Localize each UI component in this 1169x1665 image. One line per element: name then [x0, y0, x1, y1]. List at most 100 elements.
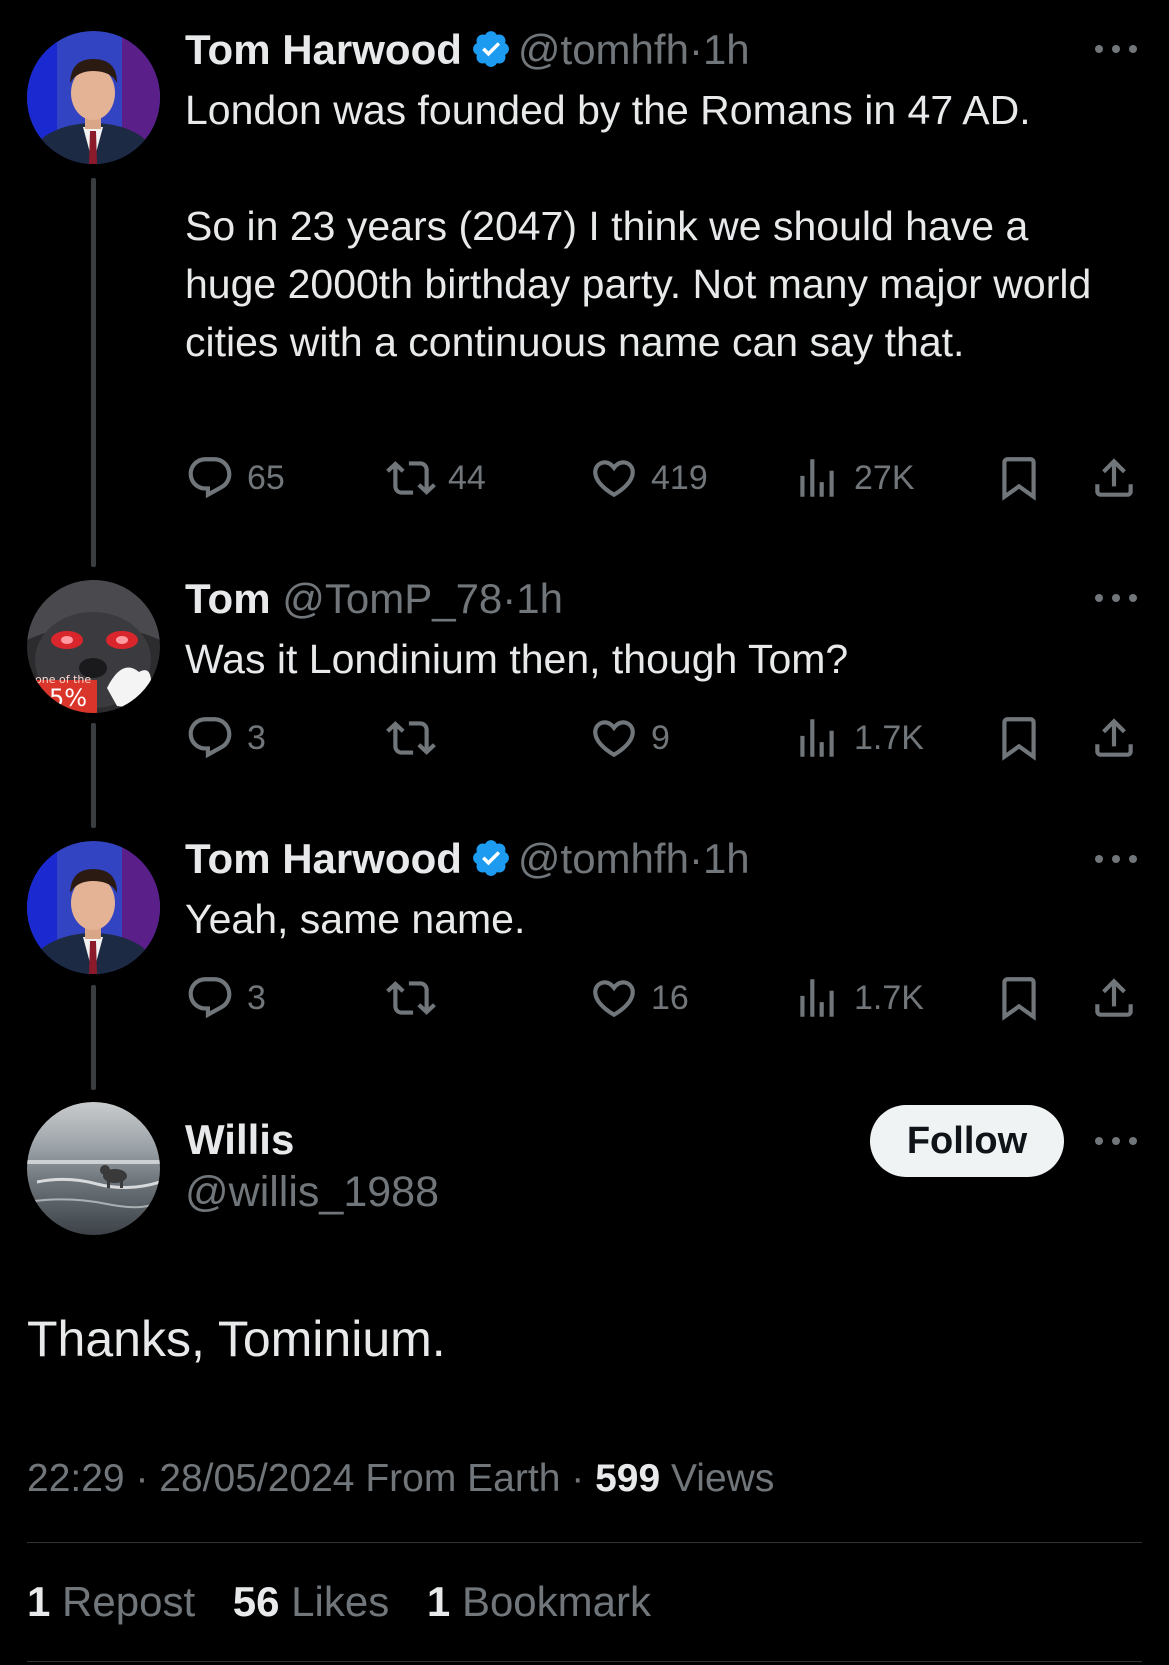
views-button[interactable]: 1.7K: [792, 713, 924, 763]
tweet-text: London was founded by the Romans in 47 A…: [185, 87, 1092, 365]
likes-label: Likes: [291, 1578, 390, 1625]
share-icon: [1089, 713, 1139, 763]
repost-icon: [386, 973, 436, 1023]
views-count: 599: [595, 1457, 661, 1500]
author-handle[interactable]: @willis_1988: [185, 1168, 439, 1216]
like-count: 16: [651, 978, 689, 1017]
repost-icon: [386, 453, 436, 503]
author-name[interactable]: Tom Harwood: [185, 26, 462, 73]
more-icon[interactable]: [1095, 43, 1139, 55]
divider: [27, 1542, 1142, 1543]
tweet-header: Tom Harwood @tomhfh·1h: [185, 25, 750, 75]
bookmarks-count: 1: [426, 1578, 451, 1625]
like-button[interactable]: 9: [589, 713, 670, 763]
avatar[interactable]: [27, 1102, 160, 1235]
tweet-time[interactable]: 22:29: [27, 1457, 125, 1500]
bookmark-button[interactable]: [994, 973, 1044, 1023]
share-button[interactable]: [1089, 713, 1139, 763]
like-count: 9: [651, 718, 670, 757]
like-icon: [589, 713, 639, 763]
share-button[interactable]: [1089, 973, 1139, 1023]
reply-icon: [185, 453, 235, 503]
verified-badge-icon: [470, 837, 512, 879]
views-button[interactable]: 1.7K: [792, 973, 924, 1023]
author-handle[interactable]: @TomP_78: [282, 575, 502, 622]
views-button[interactable]: 27K: [792, 453, 915, 503]
reply-icon: [185, 713, 235, 763]
verified-badge-icon: [470, 28, 512, 70]
separator: ·: [571, 1457, 585, 1500]
tweet-time[interactable]: 1h: [703, 835, 750, 882]
bookmarks-stat[interactable]: 1 Bookmark: [427, 1578, 651, 1625]
author-name[interactable]: Willis: [185, 1116, 294, 1163]
like-icon: [589, 973, 639, 1023]
like-icon: [589, 453, 639, 503]
reposts-label: Repost: [62, 1578, 196, 1625]
tweet-header: Tom Harwood @tomhfh·1h: [185, 834, 750, 884]
author-handle[interactable]: @tomhfh: [518, 835, 689, 882]
bookmark-icon: [994, 453, 1044, 503]
avatar[interactable]: [27, 31, 160, 164]
avatar[interactable]: [27, 841, 160, 974]
main-author-handle-row: @willis_1988: [185, 1167, 439, 1217]
reposts-count: 1: [27, 1578, 51, 1625]
bookmark-button[interactable]: [994, 713, 1044, 763]
avatar-badge: 5%: [49, 684, 87, 712]
repost-icon: [386, 713, 436, 763]
like-button[interactable]: 16: [589, 973, 689, 1023]
bookmark-icon: [994, 713, 1044, 763]
views-icon: [792, 453, 842, 503]
more-icon[interactable]: [1095, 1135, 1139, 1147]
reply-count: 3: [247, 978, 266, 1017]
views-count: 27K: [854, 458, 915, 497]
separator: ·: [135, 1457, 149, 1500]
reply-icon: [185, 973, 235, 1023]
share-icon: [1089, 453, 1139, 503]
thread-line: [91, 723, 96, 828]
likes-count: 56: [232, 1578, 280, 1625]
repost-button[interactable]: [386, 973, 448, 1023]
tweet-source: From Earth: [365, 1457, 561, 1500]
separator: ·: [502, 575, 517, 622]
reply-count: 3: [247, 718, 266, 757]
share-button[interactable]: [1089, 453, 1139, 503]
author-name[interactable]: Tom: [185, 575, 271, 622]
avatar[interactable]: one of the 5%: [27, 580, 160, 713]
bookmark-button[interactable]: [994, 453, 1044, 503]
thread-line: [91, 178, 96, 567]
likes-stat[interactable]: 56 Likes: [233, 1578, 389, 1625]
repost-button[interactable]: [386, 713, 448, 763]
views-count: 1.7K: [854, 978, 924, 1017]
tweet-header: Tom @TomP_78·1h: [185, 574, 563, 624]
views-label: Views: [671, 1457, 775, 1500]
main-author-name-row: Willis: [185, 1115, 294, 1165]
tweet-date[interactable]: 28/05/2024: [159, 1457, 354, 1500]
reply-count: 65: [247, 458, 285, 497]
views-count: 1.7K: [854, 718, 924, 757]
tweet-time[interactable]: 1h: [703, 26, 750, 73]
like-count: 419: [651, 458, 708, 497]
bookmark-icon: [994, 973, 1044, 1023]
tweet-meta: 22:29 · 28/05/2024 From Earth · 599 View…: [27, 1457, 774, 1501]
views-icon: [792, 713, 842, 763]
reply-button[interactable]: 3: [185, 713, 266, 763]
like-button[interactable]: 419: [589, 453, 708, 503]
separator: ·: [688, 835, 703, 882]
follow-button[interactable]: Follow: [870, 1105, 1064, 1177]
main-tweet-text: Thanks, Tominium.: [27, 1311, 446, 1367]
author-name[interactable]: Tom Harwood: [185, 835, 462, 882]
reply-button[interactable]: 65: [185, 453, 285, 503]
more-icon[interactable]: [1095, 592, 1139, 604]
reposts-stat[interactable]: 1 Repost: [27, 1578, 195, 1625]
more-icon[interactable]: [1095, 853, 1139, 865]
reply-button[interactable]: 3: [185, 973, 266, 1023]
tweet-text: Was it Londinium then, though Tom?: [185, 636, 849, 682]
share-icon: [1089, 973, 1139, 1023]
engagement-stats: 1 Repost 56 Likes 1 Bookmark: [27, 1578, 677, 1626]
thread-line: [91, 985, 96, 1090]
repost-button[interactable]: 44: [386, 453, 486, 503]
author-handle[interactable]: @tomhfh: [518, 26, 689, 73]
tweet-time[interactable]: 1h: [516, 575, 563, 622]
divider: [27, 1661, 1142, 1662]
repost-count: 44: [448, 458, 486, 497]
